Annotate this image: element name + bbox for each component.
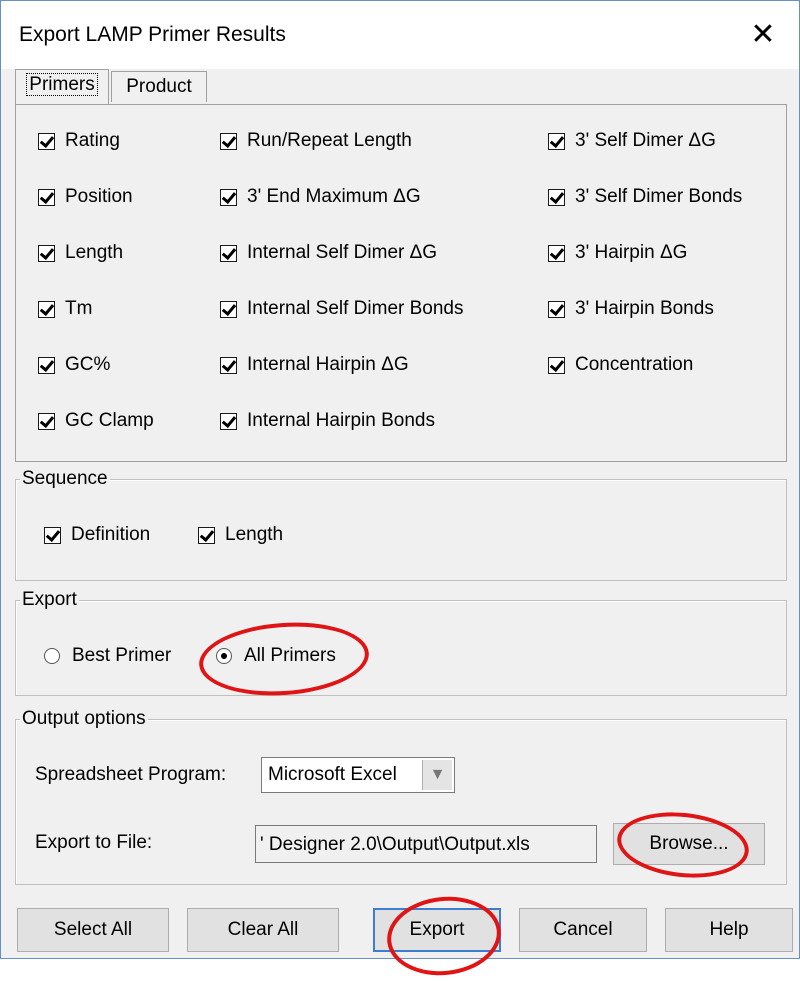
checkbox-tm[interactable]: Tm <box>38 298 92 320</box>
title-bar: Export LAMP Primer Results ✕ <box>1 1 799 69</box>
checkbox-gc-percent[interactable]: GC% <box>38 354 110 376</box>
checkbox-sequence-definition[interactable]: Definition <box>44 524 150 546</box>
radio-all-primers[interactable]: All Primers <box>216 645 336 667</box>
checkbox-internal-self-dimer-bonds[interactable]: Internal Self Dimer Bonds <box>220 298 464 320</box>
checkbox-box[interactable] <box>548 188 565 206</box>
export-to-file-label: Export to File: <box>35 832 153 853</box>
export-file-path-field[interactable]: ' Designer 2.0\Output\Output.xls <box>255 825 597 863</box>
checkbox-3-hairpin-bonds[interactable]: 3' Hairpin Bonds <box>548 298 714 320</box>
radio-best-primer[interactable]: Best Primer <box>44 645 171 667</box>
checkbox-internal-hairpin-dg[interactable]: Internal Hairpin ΔG <box>220 354 409 376</box>
sequence-group-legend: Sequence <box>20 467 110 491</box>
checkbox-box[interactable] <box>548 300 565 318</box>
checkbox-box[interactable] <box>220 188 237 206</box>
spreadsheet-program-label: Spreadsheet Program: <box>35 764 227 785</box>
checkbox-length[interactable]: Length <box>38 242 123 264</box>
checkbox-3-end-maximum-dg[interactable]: 3' End Maximum ΔG <box>220 186 421 208</box>
checkbox-box[interactable] <box>38 132 55 150</box>
checkbox-box[interactable] <box>38 412 55 430</box>
chevron-down-icon[interactable]: ▼ <box>422 760 452 790</box>
spreadsheet-program-value: Microsoft Excel <box>268 764 397 785</box>
checkbox-position[interactable]: Position <box>38 186 133 208</box>
checkbox-box[interactable] <box>38 188 55 206</box>
checkbox-box[interactable] <box>220 356 237 374</box>
checkbox-3-self-dimer-dg[interactable]: 3' Self Dimer ΔG <box>548 130 716 152</box>
output-options-legend: Output options <box>20 707 148 731</box>
clear-all-button[interactable]: Clear All <box>187 908 339 952</box>
checkbox-gc-clamp[interactable]: GC Clamp <box>38 410 154 432</box>
checkbox-internal-self-dimer-dg[interactable]: Internal Self Dimer ΔG <box>220 242 437 264</box>
tab-primers[interactable]: Primers <box>15 69 109 104</box>
sequence-group: Sequence Definition Length <box>15 467 787 581</box>
checkbox-rating[interactable]: Rating <box>38 130 120 152</box>
checkbox-internal-hairpin-bonds[interactable]: Internal Hairpin Bonds <box>220 410 435 432</box>
close-icon[interactable]: ✕ <box>741 13 785 57</box>
checkbox-box[interactable] <box>548 244 565 262</box>
checkbox-box[interactable] <box>44 526 61 544</box>
checkbox-box[interactable] <box>198 526 215 544</box>
cancel-button[interactable]: Cancel <box>519 908 647 952</box>
help-button[interactable]: Help <box>665 908 793 952</box>
checkbox-box[interactable] <box>38 244 55 262</box>
export-dialog: Export LAMP Primer Results ✕ Primers Pro… <box>0 0 800 981</box>
checkbox-box[interactable] <box>220 244 237 262</box>
checkbox-box[interactable] <box>38 300 55 318</box>
checkbox-box[interactable] <box>38 356 55 374</box>
radio-circle[interactable] <box>44 648 60 664</box>
checkbox-3-hairpin-dg[interactable]: 3' Hairpin ΔG <box>548 242 687 264</box>
window-title: Export LAMP Primer Results <box>19 23 286 46</box>
checkbox-box[interactable] <box>548 132 565 150</box>
checkbox-box[interactable] <box>220 300 237 318</box>
checkbox-box[interactable] <box>220 412 237 430</box>
browse-button[interactable]: Browse... <box>613 823 765 865</box>
primers-tab-panel: Rating Position Length Tm GC% GC Clamp R… <box>15 104 787 462</box>
checkbox-box[interactable] <box>548 356 565 374</box>
checkbox-concentration[interactable]: Concentration <box>548 354 693 376</box>
checkbox-3-self-dimer-bonds[interactable]: 3' Self Dimer Bonds <box>548 186 742 208</box>
export-file-path-value: ' Designer 2.0\Output\Output.xls <box>260 834 530 855</box>
checkbox-box[interactable] <box>220 132 237 150</box>
radio-circle-selected[interactable] <box>216 648 232 664</box>
spreadsheet-program-select[interactable]: Microsoft Excel ▼ <box>261 757 455 793</box>
select-all-button[interactable]: Select All <box>17 908 169 952</box>
export-group: Export Best Primer All Primers <box>15 588 787 696</box>
checkbox-sequence-length[interactable]: Length <box>198 524 283 546</box>
export-group-legend: Export <box>20 588 79 612</box>
tab-product[interactable]: Product <box>111 71 207 102</box>
export-button[interactable]: Export <box>373 908 501 952</box>
checkbox-run-repeat-length[interactable]: Run/Repeat Length <box>220 130 412 152</box>
